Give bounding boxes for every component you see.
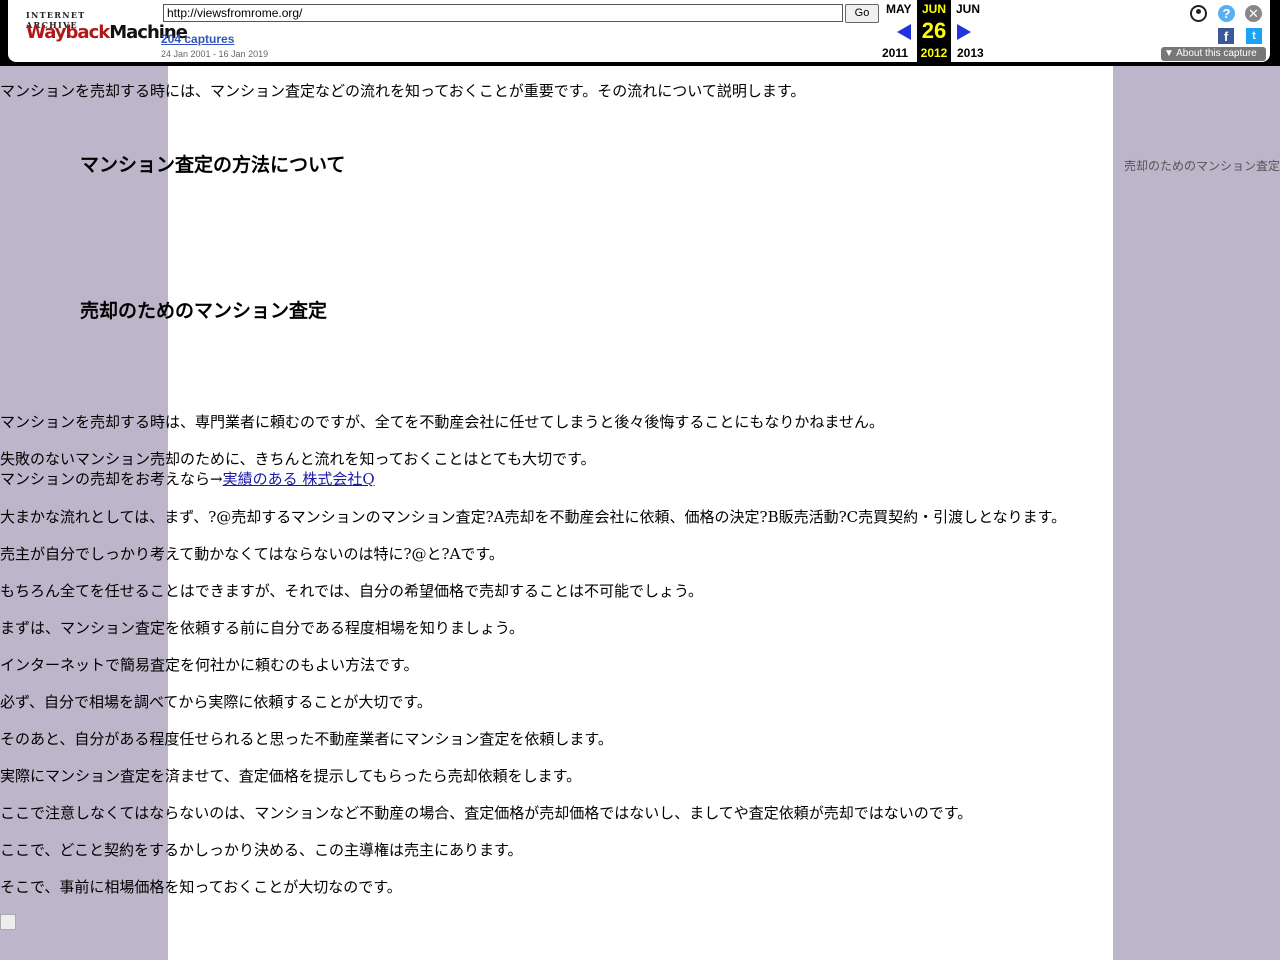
facebook-icon[interactable]: f bbox=[1218, 28, 1234, 44]
captures-link[interactable]: 204 captures bbox=[161, 32, 234, 46]
prev-year-label[interactable]: 2011 bbox=[882, 46, 908, 60]
sidebar-link-appraisal-for-sale[interactable]: 売却のためのマンション査定 bbox=[1124, 157, 1280, 174]
paragraph-6: まずは、マンション査定を依頼する前に自分である程度相場を知りましょう。 bbox=[0, 619, 524, 637]
paragraph-7: インターネットで簡易査定を何社かに頼むのもよい方法です。 bbox=[0, 656, 419, 674]
paragraph-2b: マンションの売却をお考えなら→実績のある 株式会社Q bbox=[0, 469, 375, 489]
wayback-logo[interactable]: INTERNET ARCHIVE WaybackMachine bbox=[22, 4, 188, 52]
url-input[interactable]: http://viewsfromrome.org/ bbox=[163, 4, 843, 22]
twitter-icon[interactable]: t bbox=[1246, 28, 1262, 44]
paragraph-8: 必ず、自分で相場を調べてから実際に依頼することが大切です。 bbox=[0, 693, 432, 711]
wayback-toolbar-panel: INTERNET ARCHIVE WaybackMachine http://v… bbox=[8, 0, 1270, 62]
prev-capture-arrow-icon[interactable] bbox=[897, 24, 911, 40]
paragraph-5: もちろん全てを任せることはできますが、それでは、自分の希望価格で売却することは不… bbox=[0, 582, 704, 600]
help-icon[interactable]: ? bbox=[1218, 5, 1235, 22]
heading-appraisal-for-sale: 売却のためのマンション査定 bbox=[80, 300, 328, 322]
paragraph-12: ここで、どこと契約をするかしっかり決める、この主導権は売主にあります。 bbox=[0, 841, 523, 859]
about-capture-button[interactable]: ▼ About this capture bbox=[1161, 47, 1266, 61]
paragraph-4: 売主が自分でしっかり考えて動かなくてはならないのは特に?@と?Aです。 bbox=[0, 545, 504, 563]
paragraph-9: そのあと、自分がある程度任せられると思った不動産業者にマンション査定を依頼します… bbox=[0, 730, 613, 748]
paragraph-1: マンションを売却する時は、専門業者に頼むのですが、全てを不動産会社に任せてしまう… bbox=[0, 413, 884, 431]
right-sidebar-column bbox=[1113, 0, 1280, 960]
paragraph-11: ここで注意しなくてはならないのは、マンションなど不動産の場合、査定価格が売却価格… bbox=[0, 804, 973, 822]
next-year-label[interactable]: 2013 bbox=[957, 46, 984, 60]
company-q-link[interactable]: 実績のある 株式会社Q bbox=[223, 470, 375, 488]
logo-word-wayback: Wayback bbox=[26, 22, 110, 43]
close-icon[interactable]: ✕ bbox=[1245, 5, 1262, 22]
capture-date-range: 24 Jan 2001 - 16 Jan 2019 bbox=[161, 49, 269, 59]
wayback-toolbar: INTERNET ARCHIVE WaybackMachine http://v… bbox=[0, 0, 1280, 66]
current-month: JUN bbox=[921, 2, 946, 16]
next-month-label[interactable]: JUN bbox=[956, 2, 980, 16]
paragraph-13: そこで、事前に相場価格を知っておくことが大切なのです。 bbox=[0, 878, 402, 896]
current-year: 2012 bbox=[920, 46, 948, 60]
prev-month-label[interactable]: MAY bbox=[886, 2, 912, 16]
current-capture-date: JUN 26 2012 bbox=[917, 0, 951, 62]
paragraph-10: 実際にマンション査定を済ませて、査定価格を提示してもらったら売却依頼をします。 bbox=[0, 767, 582, 785]
heading-mansion-appraisal-method: マンション査定の方法について bbox=[80, 154, 346, 176]
current-day: 26 bbox=[921, 18, 947, 43]
broken-image-icon bbox=[0, 914, 16, 930]
next-capture-arrow-icon[interactable] bbox=[957, 24, 971, 40]
paragraph-3: 大まかな流れとしては、まず、?@売却するマンションのマンション査定?A売却を不動… bbox=[0, 508, 1067, 526]
paragraph-2a: 失敗のないマンション売却のために、きちんと流れを知っておくことはとても大切です。 bbox=[0, 450, 596, 468]
go-button[interactable]: Go bbox=[845, 4, 879, 23]
user-account-icon[interactable] bbox=[1190, 5, 1207, 22]
intro-text: マンションを売却する時には、マンション査定などの流れを知っておくことが重要です。… bbox=[0, 82, 806, 100]
paragraph-2b-text: マンションの売却をお考えなら→ bbox=[0, 470, 223, 488]
